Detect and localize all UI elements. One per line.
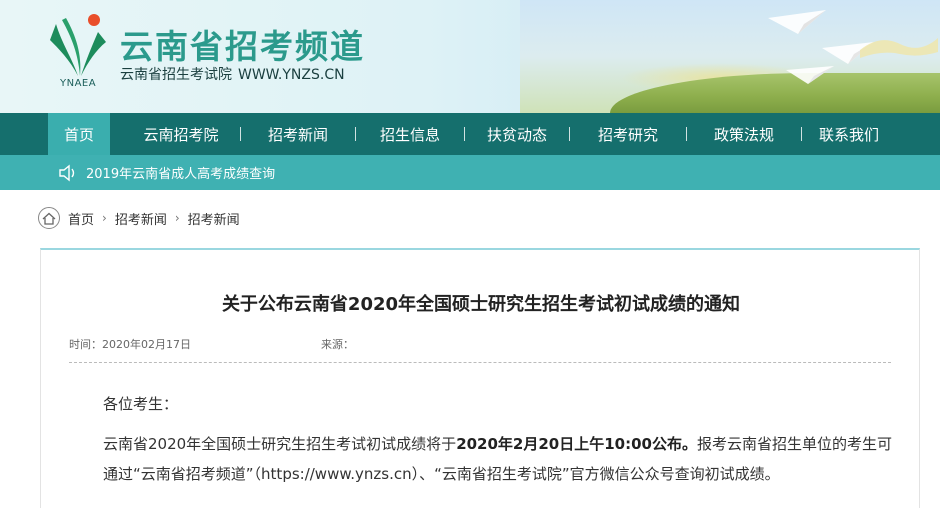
breadcrumb-news[interactable]: 招考新闻 [115, 209, 167, 228]
article-panel: 关于公布云南省2020年全国硕士研究生招生考试初试成绩的通知 时间：2020年0… [40, 248, 920, 508]
breadcrumb: 首页 › 招考新闻 › 招考新闻 [38, 206, 240, 230]
nav-divider [569, 127, 570, 141]
nav-item-research[interactable]: 招考研究 [582, 113, 674, 155]
notice-link[interactable]: 2019年云南省成人高考成绩查询 [86, 163, 275, 182]
breadcrumb-home[interactable]: 首页 [68, 209, 94, 228]
home-icon[interactable] [38, 207, 60, 229]
nav-item-poverty[interactable]: 扶贫动态 [477, 113, 557, 155]
article-source: 来源： [321, 338, 354, 351]
nav-divider [801, 127, 802, 141]
speaker-icon [59, 164, 75, 181]
site-url[interactable]: WWW.YNZS.CN [238, 67, 345, 83]
nav-item-admission[interactable]: 招生信息 [368, 113, 452, 155]
release-datetime: 2020年2月20日上午10:00公布。 [456, 435, 697, 453]
nav-item-home[interactable]: 首页 [48, 113, 110, 155]
nav-divider [355, 127, 356, 141]
paper-plane-icon [786, 66, 834, 84]
publish-time: 时间：2020年02月17日 [69, 338, 191, 351]
nav-divider [240, 127, 241, 141]
article-meta: 时间：2020年02月17日 来源： [69, 336, 354, 352]
breadcrumb-current[interactable]: 招考新闻 [188, 209, 240, 228]
nav-item-news[interactable]: 招考新闻 [253, 113, 343, 155]
nav-item-contact[interactable]: 联系我们 [812, 113, 886, 155]
nav-item-ynaea[interactable]: 云南招考院 [134, 113, 228, 155]
nav-divider [464, 127, 465, 141]
flag-decoration [860, 38, 938, 58]
site-title: 云南省招考频道 [120, 27, 365, 66]
article-title: 关于公布云南省2020年全国硕士研究生招生考试初试成绩的通知 [221, 294, 741, 315]
paper-plane-icon [768, 10, 826, 34]
article-greeting: 各位考生： [103, 395, 179, 413]
nav-item-policy[interactable]: 政策法规 [699, 113, 789, 155]
nav-divider [686, 127, 687, 141]
meta-divider [69, 362, 891, 363]
chevron-right-icon: › [174, 211, 180, 225]
chevron-right-icon: › [102, 211, 107, 225]
site-header: YNAEA 云南省招考频道 云南省招生考试院 WWW.YNZS.CN [0, 0, 940, 113]
main-nav: 首页 云南招考院 招考新闻 招生信息 扶贫动态 招考研究 政策法规 联系我们 [0, 113, 940, 155]
article-paragraph: 云南省2020年全国硕士研究生招生考试初试成绩将于2020年2月20日上午10:… [103, 435, 893, 483]
logo-text: YNAEA [60, 78, 97, 89]
org-name: 云南省招生考试院 [120, 67, 232, 83]
notice-bar: 2019年云南省成人高考成绩查询 [0, 155, 940, 190]
site-subtitle: 云南省招生考试院 WWW.YNZS.CN [120, 64, 345, 84]
